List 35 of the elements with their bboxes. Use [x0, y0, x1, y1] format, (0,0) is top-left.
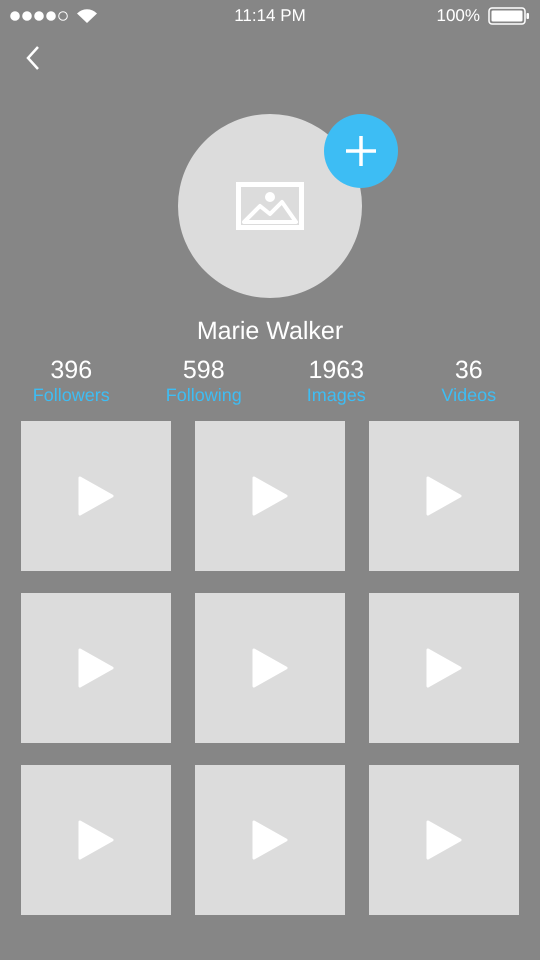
play-icon: [426, 820, 462, 860]
stat-label[interactable]: Images: [306, 384, 366, 406]
wifi-icon: [76, 8, 98, 24]
play-icon: [78, 820, 114, 860]
video-thumbnail[interactable]: [369, 421, 519, 571]
stat-count: 1963: [308, 356, 364, 384]
signal-icon: [10, 11, 68, 21]
stat-label[interactable]: Videos: [441, 384, 496, 406]
video-thumbnail[interactable]: [21, 593, 171, 743]
play-icon: [426, 476, 462, 516]
play-icon: [78, 648, 114, 688]
video-thumbnail[interactable]: [369, 593, 519, 743]
video-thumbnail[interactable]: [195, 593, 345, 743]
play-icon: [252, 820, 288, 860]
play-icon: [426, 648, 462, 688]
image-icon: [236, 182, 304, 230]
status-time: 11:14 PM: [234, 5, 306, 28]
back-chevron-icon: [26, 45, 40, 71]
video-thumbnail[interactable]: [369, 765, 519, 915]
video-thumbnail[interactable]: [21, 765, 171, 915]
stat-count: 36: [454, 356, 483, 384]
stat-count: 396: [50, 356, 92, 384]
video-thumbnail[interactable]: [195, 421, 345, 571]
battery-percentage: 100%: [436, 5, 480, 28]
video-thumbnail[interactable]: [21, 421, 171, 571]
play-icon: [252, 648, 288, 688]
stat-label[interactable]: Following: [166, 384, 242, 406]
plus-icon: [345, 135, 377, 167]
battery-icon: [488, 7, 530, 25]
stat-count: 598: [182, 356, 225, 384]
stat-label[interactable]: Followers: [32, 384, 110, 406]
play-icon: [252, 476, 288, 516]
video-thumbnail[interactable]: [195, 765, 345, 915]
play-icon: [78, 476, 114, 516]
profile-name: Marie Walker: [196, 316, 344, 347]
